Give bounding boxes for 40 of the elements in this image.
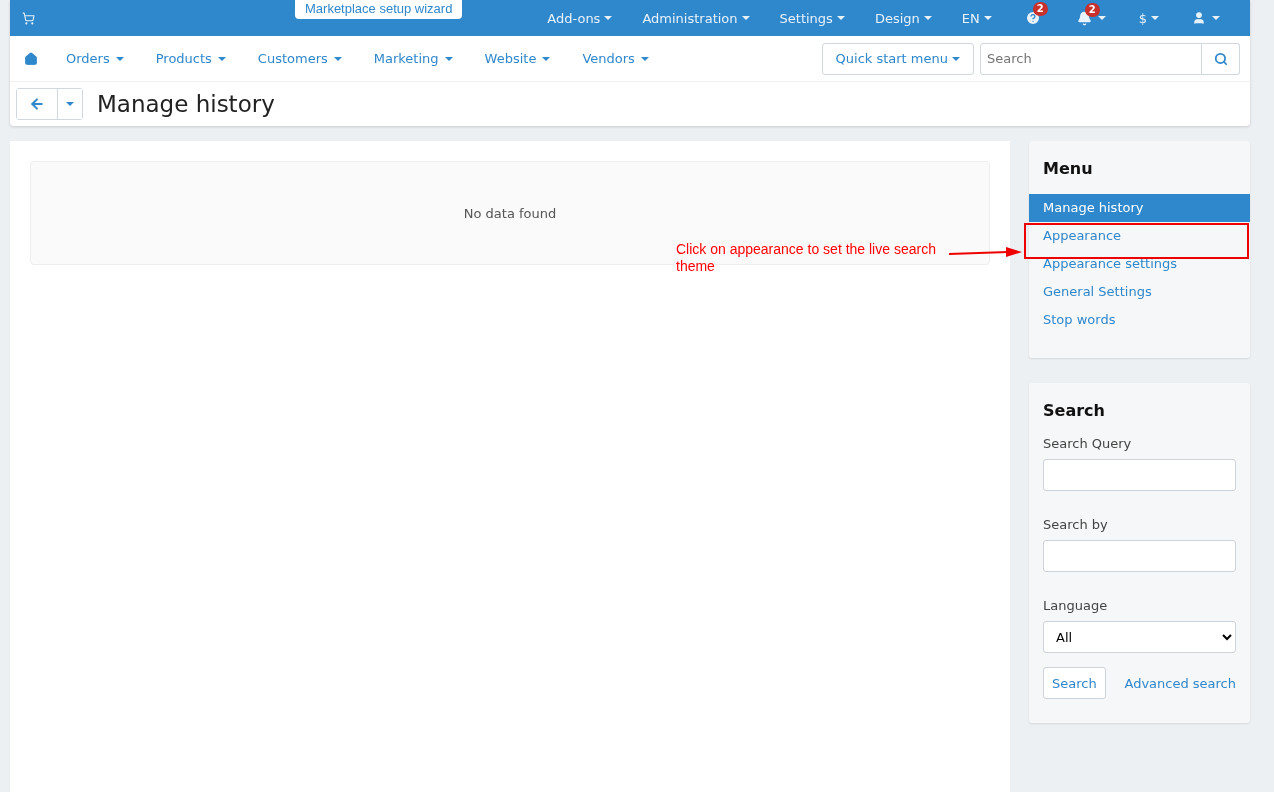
menu-item[interactable]: General Settings	[1029, 278, 1250, 306]
menu-item[interactable]: Appearance settings	[1029, 250, 1250, 278]
top-menu-item[interactable]: Settings	[764, 10, 860, 26]
field-label: Search Query	[1043, 436, 1133, 451]
help-icon[interactable]	[1024, 10, 1041, 26]
cart-icon[interactable]	[22, 11, 35, 25]
top-menu-item[interactable]: Design	[859, 10, 947, 26]
advanced-search-link[interactable]: Advanced search	[1124, 675, 1236, 691]
field-label: Search by	[1043, 517, 1109, 532]
menu-item[interactable]: Stop words	[1029, 306, 1250, 334]
top-menu-item[interactable]: Administration	[627, 10, 765, 26]
notification-badge: 2	[1032, 2, 1048, 16]
page-title: Manage history	[97, 91, 275, 117]
search-icon	[1213, 51, 1228, 66]
currency-menu[interactable]: $	[1123, 10, 1174, 26]
menu-item[interactable]: Manage history	[1029, 194, 1250, 222]
nav-menu-item[interactable]: Customers	[241, 51, 358, 66]
input-field[interactable]	[1043, 459, 1236, 491]
nav-menu-item[interactable]: Marketing	[357, 51, 469, 66]
search-button[interactable]: Search	[1043, 667, 1106, 699]
menu-item[interactable]: Appearance	[1029, 222, 1250, 250]
quick-start-button[interactable]: Quick start menu	[821, 42, 974, 75]
notification-badge: 2	[1084, 2, 1100, 17]
nav-menu-item[interactable]: Orders	[50, 51, 140, 66]
input-field[interactable]	[1043, 540, 1236, 572]
language-select[interactable]: All	[1043, 621, 1236, 653]
setup-wizard-tab[interactable]: Marketplace setup wizard	[295, 0, 463, 19]
field-label: Language	[1043, 598, 1109, 613]
dropdown-button[interactable]	[57, 89, 82, 119]
top-menu-item[interactable]: Add-ons	[532, 10, 628, 26]
search-field[interactable]: Search	[980, 42, 1202, 75]
user-icon[interactable]	[1192, 11, 1206, 25]
annotation-text: Click on appearance to set the live search theme	[676, 241, 937, 275]
panel-title: Menu	[1042, 159, 1094, 180]
nav-menu-item[interactable]: Vendors	[566, 51, 665, 66]
top-menu-item[interactable]: EN	[946, 10, 1007, 26]
panel-title: Search	[1042, 401, 1106, 422]
nav-menu-item[interactable]: Products	[139, 51, 242, 66]
search-button[interactable]	[1202, 42, 1240, 75]
nav-menu-item[interactable]: Website	[468, 51, 567, 66]
